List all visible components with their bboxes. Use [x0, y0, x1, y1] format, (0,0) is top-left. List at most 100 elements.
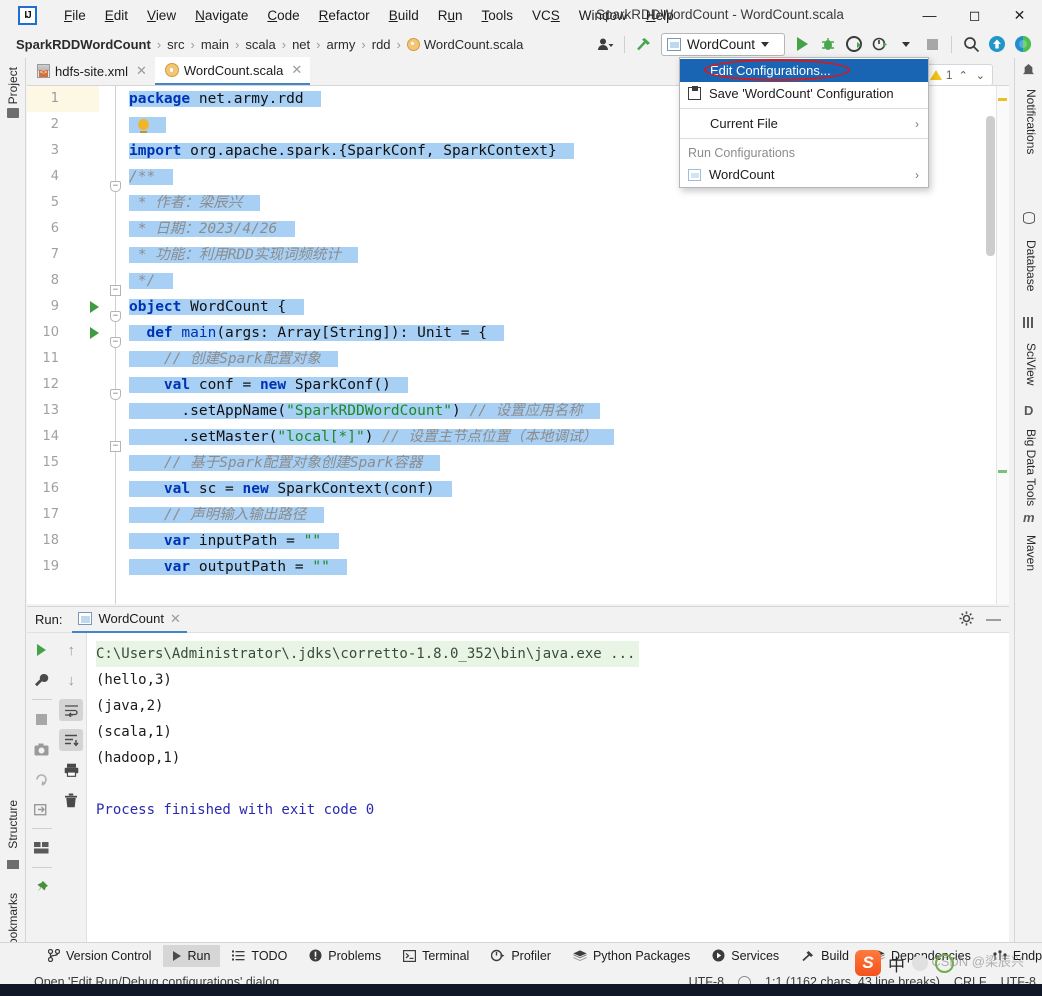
line-number[interactable]: 1 — [27, 86, 99, 112]
code-line[interactable]: * 作者：梁辰兴 — [123, 190, 1009, 216]
close-button[interactable]: ✕ — [997, 0, 1042, 30]
editor-gutter[interactable]: 1 2 3 4 5 6 7 8 9 10 11 12 13 14 15 16 17 18 19 — [27, 86, 99, 604]
close-icon[interactable]: ✕ — [291, 62, 302, 78]
menu-navigate[interactable]: Navigate — [186, 4, 257, 27]
close-icon[interactable]: ✕ — [170, 611, 181, 627]
code-line[interactable]: def main(args: Array[String]): Unit = { — [123, 320, 1009, 346]
breadcrumb-item-scala[interactable]: scala — [241, 35, 279, 54]
line-number[interactable]: 6 — [27, 216, 99, 242]
menu-tools[interactable]: Tools — [473, 4, 523, 27]
warning-marker[interactable] — [998, 98, 1007, 101]
line-number[interactable]: 16 — [27, 476, 99, 502]
fold-marker[interactable]: − — [110, 285, 121, 296]
sidebar-item-maven[interactable]: Maven — [1019, 528, 1042, 578]
bottom-item-todo[interactable]: TODO — [222, 945, 297, 967]
bottom-item-services[interactable]: Services — [702, 945, 789, 967]
fold-marker[interactable]: − — [110, 389, 121, 400]
close-icon[interactable]: ✕ — [136, 63, 147, 79]
line-number[interactable]: 11 — [27, 346, 99, 372]
menu-refactor[interactable]: Refactor — [310, 4, 379, 27]
run-coverage-icon[interactable] — [841, 32, 867, 56]
code-line[interactable]: // 创建Spark配置对象 — [123, 346, 1009, 372]
scroll-up-button[interactable]: ↑ — [59, 639, 83, 661]
line-number[interactable]: 4 — [27, 164, 99, 190]
menu-item-save-configuration[interactable]: Save 'WordCount' Configuration — [680, 82, 928, 105]
bottom-item-version-control[interactable]: Version Control — [38, 945, 161, 967]
code-line[interactable]: .setAppName("SparkRDDWordCount") // 设置应用… — [123, 398, 1009, 424]
ime-smiley-icon[interactable] — [935, 953, 954, 973]
ime-mode-label[interactable]: 中 — [888, 951, 905, 976]
update-project-icon[interactable] — [984, 32, 1010, 56]
scroll-down-button[interactable]: ↓ — [59, 669, 83, 691]
bottom-item-profiler[interactable]: Profiler — [481, 945, 561, 967]
breadcrumb-item-src[interactable]: src — [163, 35, 188, 54]
profiler-icon[interactable] — [867, 32, 893, 56]
profiles-icon[interactable] — [592, 32, 618, 56]
code-line[interactable]: * 日期：2023/4/26 — [123, 216, 1009, 242]
line-number[interactable]: 8 — [27, 268, 99, 294]
chevron-down-icon[interactable] — [893, 32, 919, 56]
code-line[interactable]: val conf = new SparkConf() — [123, 372, 1009, 398]
sidebar-item-database[interactable]: Database — [1019, 233, 1042, 298]
menu-item-current-file[interactable]: Current File › — [680, 112, 928, 135]
line-number[interactable]: 9 — [27, 294, 99, 320]
line-number[interactable]: 19 — [27, 554, 99, 580]
stop-button[interactable] — [919, 32, 945, 56]
line-number[interactable]: 10 — [27, 320, 99, 346]
run-panel-tab[interactable]: WordCount ✕ — [72, 607, 187, 633]
fold-marker[interactable]: − — [110, 311, 121, 322]
editor-marker-bar[interactable] — [996, 86, 1009, 604]
soft-wrap-button[interactable] — [59, 699, 84, 721]
menu-code[interactable]: Code — [258, 4, 308, 27]
run-gutter-icon[interactable] — [90, 327, 99, 339]
inspection-status-badge[interactable]: 1 ⌃ ⌄ — [923, 64, 993, 86]
build-hammer-icon[interactable] — [631, 32, 657, 56]
code-line[interactable]: var inputPath = "" — [123, 528, 1009, 554]
fold-marker[interactable]: − — [110, 441, 121, 452]
line-number[interactable]: 17 — [27, 502, 99, 528]
code-line[interactable]: */ — [123, 268, 1009, 294]
line-number[interactable]: 13 — [27, 398, 99, 424]
maximize-button[interactable]: ◻ — [952, 0, 997, 30]
sidebar-item-sciview[interactable]: SciView — [1019, 336, 1042, 392]
settings-gear-icon[interactable] — [959, 611, 974, 629]
run-console-output[interactable]: C:\Users\Administrator\.jdks\corretto-1.… — [88, 633, 1009, 949]
ime-options-icon[interactable] — [912, 955, 928, 971]
breadcrumb-item-project[interactable]: SparkRDDWordCount — [12, 35, 155, 54]
line-number[interactable]: 15 — [27, 450, 99, 476]
bottom-item-build[interactable]: Build — [791, 945, 859, 967]
hide-panel-icon[interactable]: — — [986, 612, 1001, 627]
sidebar-item-project[interactable]: Project — [1, 60, 25, 111]
restart-button[interactable] — [30, 768, 54, 790]
stop-button[interactable] — [30, 708, 54, 730]
code-line[interactable]: .setMaster("local[*]") // 设置主节点位置（本地调试） — [123, 424, 1009, 450]
menu-item-wordcount[interactable]: WordCount › — [680, 163, 928, 186]
scroll-to-end-button[interactable] — [59, 729, 84, 751]
breadcrumb-item-rdd[interactable]: rdd — [368, 35, 395, 54]
editor-tab-wordcount-scala[interactable]: WordCount.scala ✕ — [154, 57, 311, 85]
menu-build[interactable]: Build — [380, 4, 428, 27]
bottom-item-run[interactable]: Run — [163, 944, 221, 967]
fold-marker[interactable]: − — [110, 337, 121, 348]
layout-button[interactable] — [30, 837, 54, 859]
line-number[interactable]: 5 — [27, 190, 99, 216]
search-icon[interactable] — [958, 32, 984, 56]
code-line[interactable]: * 功能：利用RDD实现词频统计 — [123, 242, 1009, 268]
rerun-button[interactable] — [30, 639, 54, 661]
sidebar-item-notifications[interactable]: Notifications — [1019, 82, 1042, 161]
editor-vertical-scrollbar[interactable] — [986, 116, 995, 256]
code-line[interactable]: // 基于Spark配置对象创建Spark容器 — [123, 450, 1009, 476]
settings-wrench-button[interactable] — [30, 669, 54, 691]
line-number[interactable]: 3 — [27, 138, 99, 164]
code-line[interactable]: var outputPath = "" — [123, 554, 1009, 580]
code-line[interactable]: object WordCount { — [123, 294, 1009, 320]
clear-all-button[interactable] — [59, 789, 83, 811]
print-button[interactable] — [59, 759, 83, 781]
line-number[interactable]: 2 — [27, 112, 99, 138]
run-configuration-selector[interactable]: WordCount — [661, 32, 785, 56]
run-gutter-icon[interactable] — [90, 301, 99, 313]
line-number[interactable]: 12 — [27, 372, 99, 398]
minimize-button[interactable]: — — [907, 0, 952, 30]
menu-run[interactable]: Run — [429, 4, 472, 27]
debug-button[interactable] — [815, 32, 841, 56]
